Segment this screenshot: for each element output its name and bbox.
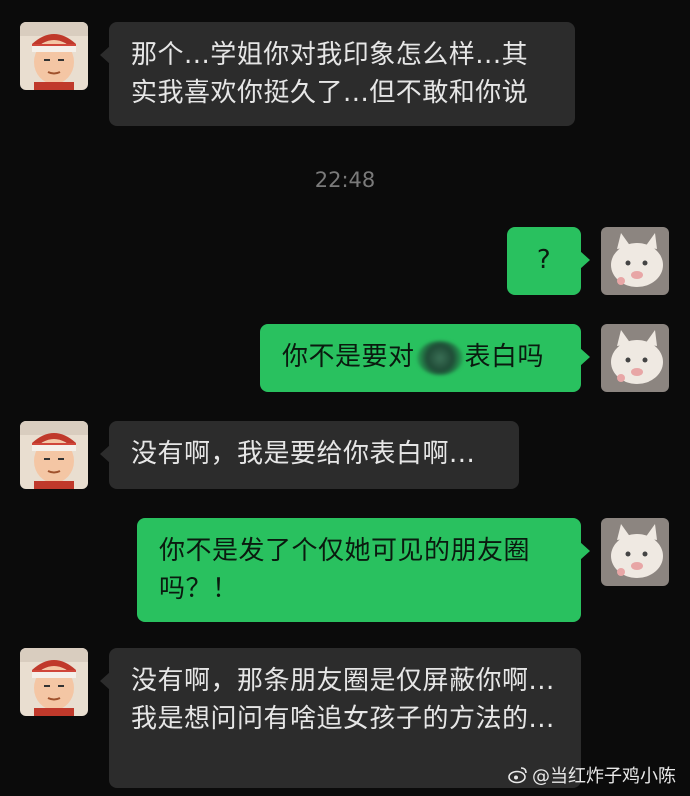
- redacted-name-blur: [416, 340, 463, 375]
- self-avatar[interactable]: [601, 518, 669, 586]
- contact-avatar[interactable]: [20, 421, 88, 489]
- message-bubble-incoming[interactable]: 那个...学姐你对我印象怎么样...其实我喜欢你挺久了...但不敢和你说: [100, 22, 575, 126]
- contact-avatar[interactable]: [20, 22, 88, 90]
- message-text: 那个...学姐你对我印象怎么样...其实我喜欢你挺久了...但不敢和你说: [131, 40, 529, 108]
- message-text: 你不是发了个仅她可见的朋友圈吗？！: [159, 536, 531, 604]
- message-text: 没有啊，那条朋友圈是仅屏蔽你啊...我是想问问有啥追女孩子的方法的...: [131, 666, 555, 734]
- contact-avatar[interactable]: [20, 648, 88, 716]
- weibo-logo-icon: [508, 767, 527, 784]
- message-text-part: 表白吗: [464, 342, 545, 372]
- self-avatar[interactable]: [601, 324, 669, 392]
- watermark-text: @当红炸子鸡小陈: [532, 766, 676, 787]
- message-text-part: 你不是要对: [282, 342, 415, 372]
- white-cat-avatar-icon: [601, 324, 669, 392]
- white-cat-avatar-icon: [601, 518, 669, 586]
- message-text: 没有啊，我是要给你表白啊...: [131, 439, 476, 469]
- message-text: ?: [536, 245, 552, 275]
- white-cat-avatar-icon: [601, 227, 669, 295]
- self-avatar[interactable]: [601, 227, 669, 295]
- message-bubble-outgoing[interactable]: 你不是要对 表白吗: [260, 324, 590, 392]
- weibo-watermark: @当红炸子鸡小陈: [508, 762, 676, 788]
- cartoon-boy-avatar-icon: [20, 421, 88, 489]
- cartoon-boy-avatar-icon: [20, 648, 88, 716]
- message-bubble-incoming[interactable]: 没有啊，我是要给你表白啊...: [100, 421, 519, 489]
- chat-timestamp: 22:48: [314, 168, 376, 192]
- message-bubble-outgoing[interactable]: 你不是发了个仅她可见的朋友圈吗？！: [137, 518, 590, 622]
- message-bubble-outgoing[interactable]: ?: [507, 227, 590, 295]
- cartoon-boy-avatar-icon: [20, 22, 88, 90]
